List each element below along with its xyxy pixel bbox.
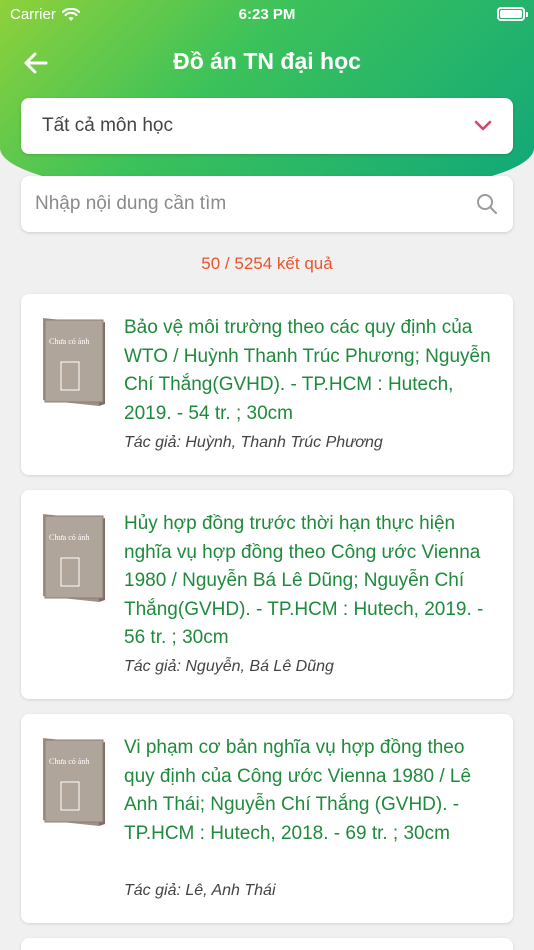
thumb-caption: Chưa có ảnh <box>49 337 89 346</box>
subject-filter-value: Tất cả môn học <box>42 115 173 136</box>
book-placeholder-icon: Chưa có ảnh <box>43 514 105 602</box>
page-title: Đồ án TN đại học <box>173 48 361 74</box>
list-item[interactable]: Chưa có ảnh Hủy hợp đồng trước thời hạn … <box>21 490 513 699</box>
list-item[interactable] <box>21 938 513 950</box>
subject-filter-select[interactable]: Tất cả môn học <box>21 98 513 154</box>
item-author: Tác giả: Lê, Anh Thái <box>124 882 276 899</box>
item-author: Tác giả: Nguyễn, Bá Lê Dũng <box>124 658 334 675</box>
list-item[interactable]: Chưa có ảnh Vi phạm cơ bản nghĩa vụ hợp … <box>21 714 513 923</box>
item-title: Vi phạm cơ bản nghĩa vụ hợp đồng theo qu… <box>124 737 472 844</box>
search-box <box>21 176 513 232</box>
status-bar: Carrier 6:23 PM <box>0 0 534 30</box>
chevron-down-icon <box>474 120 492 131</box>
item-title: Bảo vệ môi trường theo các quy định của … <box>124 317 491 424</box>
book-placeholder-icon: Chưa có ảnh <box>43 318 105 406</box>
book-placeholder-icon: Chưa có ảnh <box>43 738 105 826</box>
thumb-caption: Chưa có ảnh <box>49 757 89 766</box>
item-title: Hủy hợp đồng trước thời hạn thực hiện ng… <box>124 513 484 648</box>
search-icon[interactable] <box>475 192 499 216</box>
status-time: 6:23 PM <box>238 6 296 23</box>
list-item[interactable]: Chưa có ảnh Bảo vệ môi trường theo các q… <box>21 294 513 475</box>
search-input[interactable] <box>35 193 475 215</box>
nav-bar: Đồ án TN đại học <box>0 40 534 86</box>
thumb-caption: Chưa có ảnh <box>49 533 89 542</box>
battery-icon <box>497 7 528 21</box>
result-count: 50 / 5254 kết quả <box>201 254 333 273</box>
item-author: Tác giả: Huỳnh, Thanh Trúc Phương <box>124 434 383 451</box>
